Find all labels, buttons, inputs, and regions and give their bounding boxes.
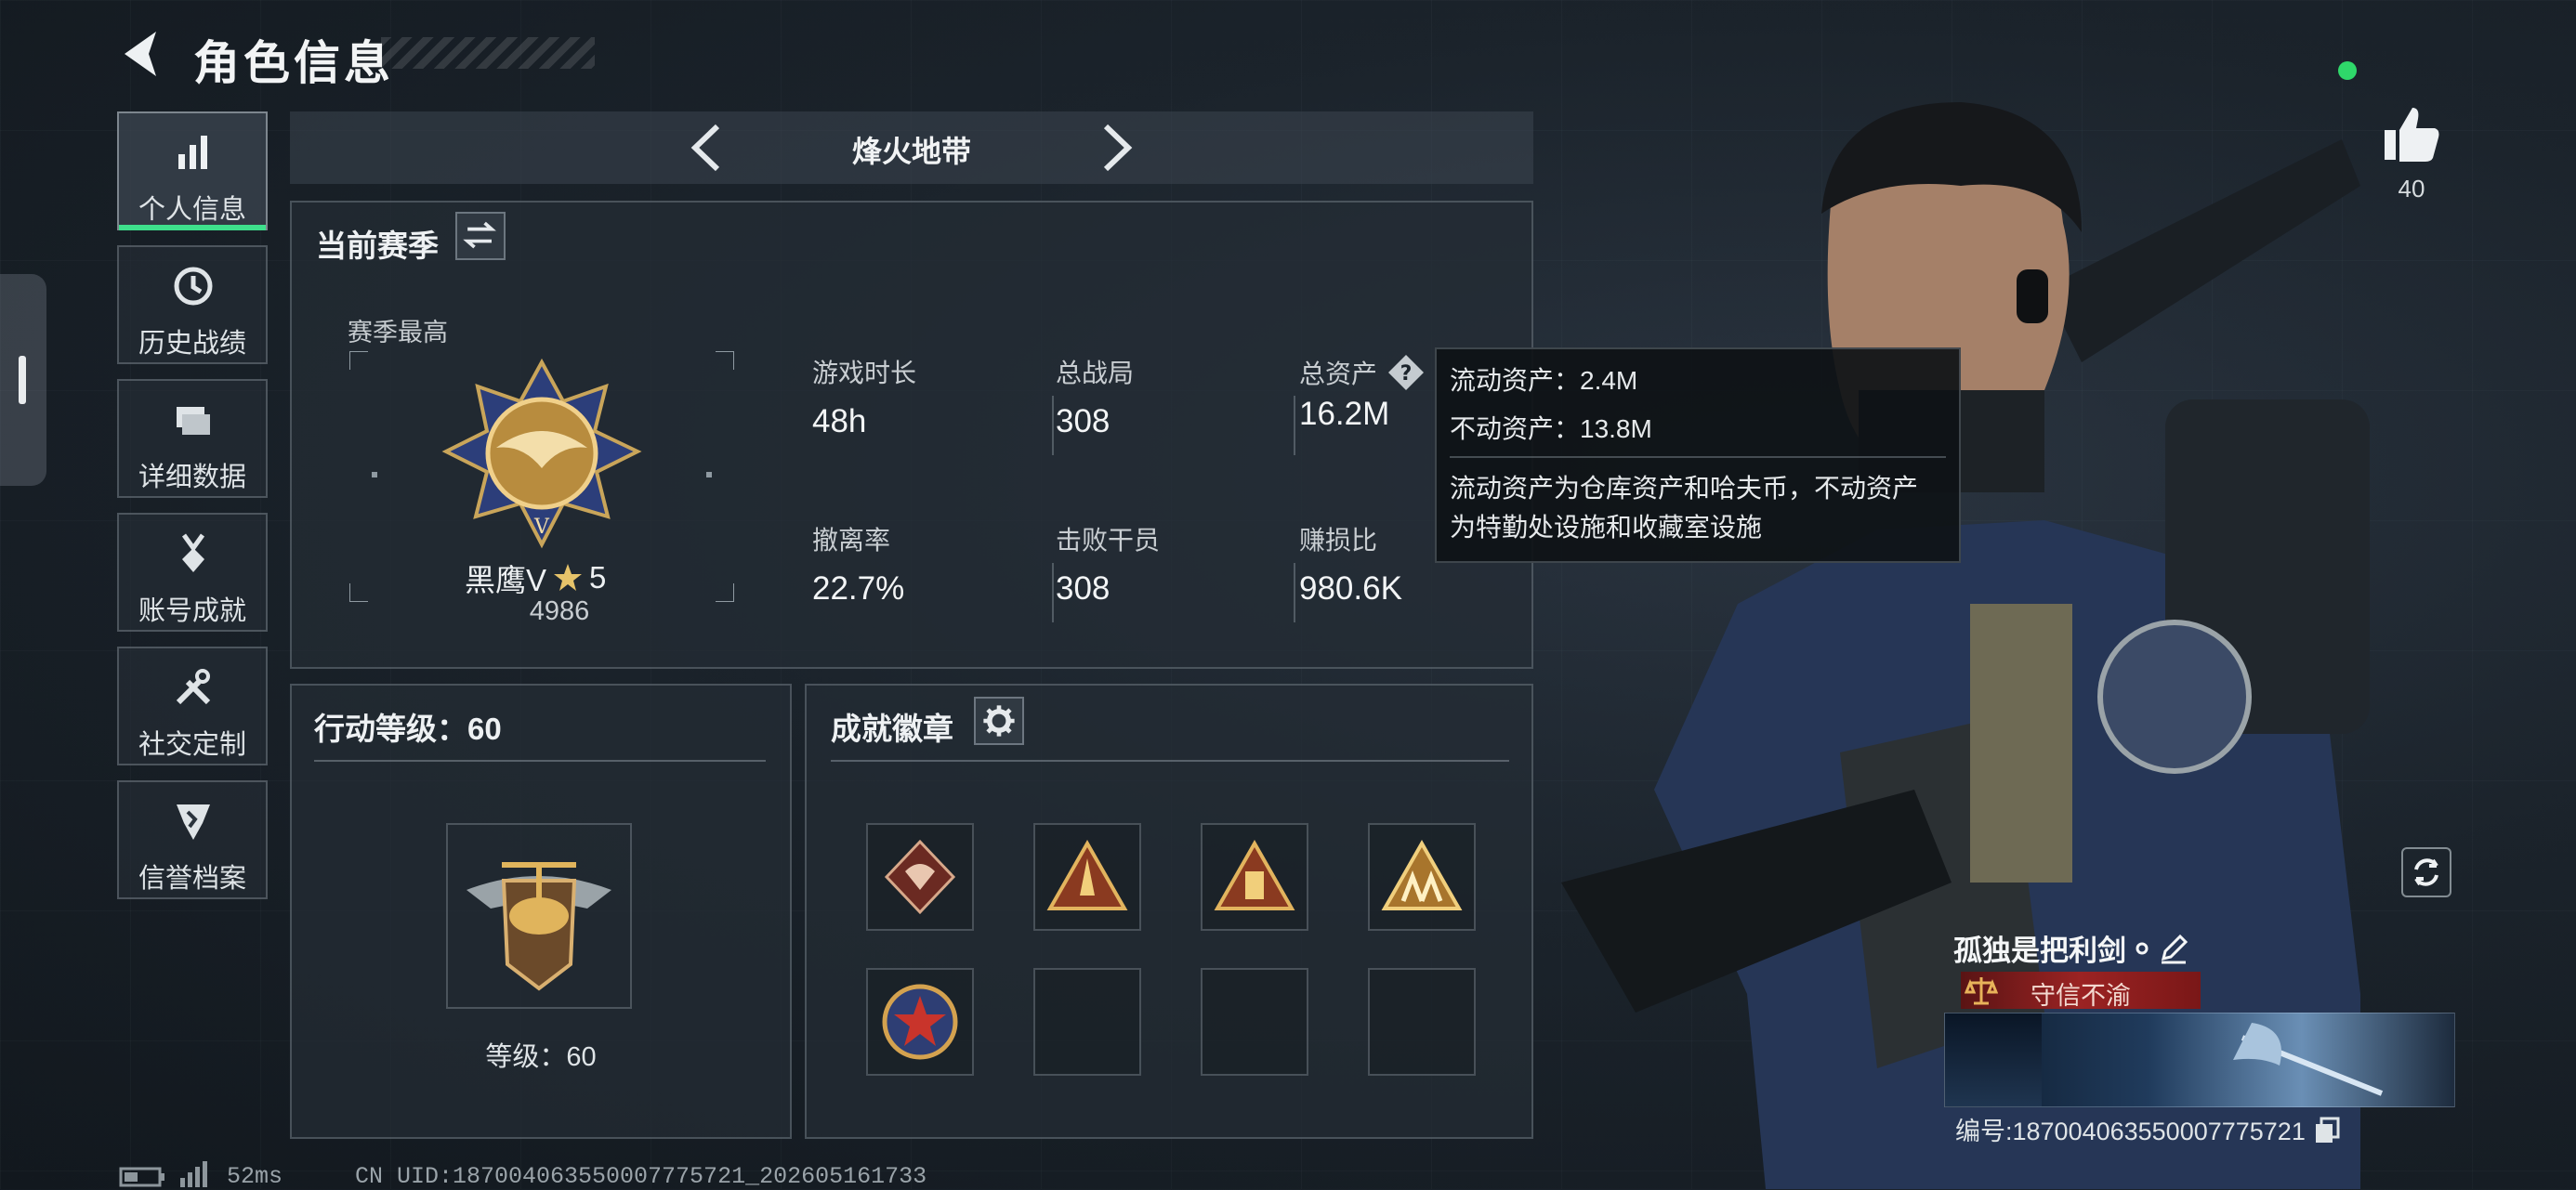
sidebar-item-label: 历史战绩: [138, 329, 246, 359]
action-level-panel: 行动等级：60 等级：60: [290, 684, 792, 1139]
mode-tab-bar: 烽火地带: [290, 111, 1533, 184]
achievement-slot-empty[interactable]: [1033, 968, 1141, 1076]
achievement-slot-empty[interactable]: [1368, 968, 1476, 1076]
copy-icon[interactable]: [2313, 1116, 2341, 1144]
folder-stack-icon: [177, 407, 210, 435]
stat-label-extract-rate: 撤离率: [812, 526, 891, 555]
season-best-label: 赛季最高: [348, 319, 448, 347]
title-decoration: [381, 37, 595, 69]
stat-value-extract-rate: 22.7%: [812, 570, 905, 607]
action-level-title: 行动等级：60: [314, 712, 502, 746]
player-name: 孤独是把利剑: [1953, 935, 2126, 967]
refresh-appearance-button[interactable]: [2401, 847, 2451, 897]
stat-value-total-assets: 16.2M: [1299, 396, 1390, 432]
sidebar-item-personal-info[interactable]: 个人信息: [117, 111, 268, 230]
sidebar-item-label: 社交定制: [138, 730, 246, 760]
help-question-icon[interactable]: ?: [1387, 353, 1426, 392]
stat-label-profit-ratio: 赚损比: [1299, 526, 1378, 555]
stat-value-play-time: 48h: [812, 403, 867, 439]
tools-icon: [176, 669, 211, 705]
asset-tooltip: 流动资产：2.4M 不动资产：13.8M 流动资产为仓库资产和哈夫币，不动资产 …: [1435, 347, 1961, 563]
level-emblem-frame: [446, 823, 632, 1009]
edit-pencil-icon[interactable]: [2158, 933, 2189, 964]
player-name-row: 孤独是把利剑: [1953, 927, 2189, 969]
star-icon: [554, 564, 583, 591]
sidebar-item-label: 信誉档案: [138, 864, 246, 894]
sidebar-item-credit[interactable]: 信誉档案: [117, 780, 268, 899]
rank-name: 黑鹰V: [465, 563, 547, 597]
honor-title-text: 守信不渝: [2031, 982, 2131, 1010]
achievement-badge-dragon[interactable]: [866, 823, 974, 931]
side-drawer-handle[interactable]: [0, 274, 46, 486]
like-count: 40: [2398, 175, 2425, 203]
tooltip-desc-line2: 为特勤处设施和收藏室设施: [1450, 513, 1763, 542]
battery-icon: [119, 1167, 164, 1187]
sidebar-item-label: 账号成就: [138, 596, 246, 626]
achievement-settings-button[interactable]: [974, 697, 1024, 745]
banner-avatar: [1945, 1013, 2042, 1106]
player-uid-row: 编号:18700406355000777572​1: [1955, 1111, 2341, 1147]
stat-label-play-time: 游戏时长: [812, 359, 917, 387]
tooltip-liquid-assets: 流动资产：2.4M: [1450, 366, 1638, 395]
rank-stars: 5: [589, 560, 607, 595]
ping-text: 52ms: [227, 1163, 283, 1190]
achievement-title: 成就徽章: [831, 712, 953, 746]
player-uid: 编号:18700406355000777572​1: [1955, 1118, 2306, 1145]
footer-uid: CN UID:18700406355000777572​1_2026051617…: [355, 1163, 927, 1190]
honor-title-badge: 守信不渝: [1961, 972, 2201, 1010]
achievement-badge-rocket[interactable]: [1033, 823, 1141, 931]
online-status-dot: [2338, 61, 2357, 80]
shield-badge-icon: [177, 804, 210, 840]
page-title: 角色信息: [193, 37, 394, 89]
signal-icon: [180, 1161, 207, 1187]
tooltip-fixed-assets: 不动资产：13.8M: [1450, 414, 1652, 443]
sidebar-item-history[interactable]: 历史战绩: [117, 245, 268, 364]
stat-value-profit-ratio: 980.6K: [1299, 570, 1402, 607]
sidebar-item-details[interactable]: 详细数据: [117, 379, 268, 498]
sidebar-item-social[interactable]: 社交定制: [117, 647, 268, 765]
stat-value-kills: 308: [1056, 570, 1111, 607]
sidebar-item-label: 个人信息: [138, 195, 246, 225]
achievement-badge-star[interactable]: [866, 968, 974, 1076]
history-clock-icon: [174, 267, 213, 306]
sidebar-item-label: 详细数据: [138, 463, 246, 492]
ring-icon: [2136, 942, 2149, 954]
season-title: 当前赛季: [316, 229, 439, 263]
season-panel: 当前赛季 赛季最高 V 黑鹰V 5 4986 游戏时长 48h 总战局 308 …: [290, 201, 1533, 669]
rank-points: 4986: [529, 596, 590, 626]
rank-name-row: 黑鹰V 5: [465, 556, 688, 600]
achievement-panel: 成就徽章: [805, 684, 1533, 1139]
stat-value-total-matches: 308: [1056, 403, 1111, 439]
stat-label-total-matches: 总战局: [1056, 359, 1135, 387]
helicopter-emblem-icon: [467, 862, 611, 991]
svg-text:?: ?: [1400, 362, 1413, 386]
chevron-right-icon[interactable]: [1093, 121, 1139, 175]
level-text: 等级：60: [485, 1042, 597, 1072]
stat-label-total-assets: 总资产: [1299, 360, 1378, 388]
player-banner-card[interactable]: [1944, 1013, 2455, 1107]
swap-arrows-icon: [463, 221, 496, 249]
axe-artwork: [2233, 1023, 2384, 1096]
medal-ribbon-icon: [181, 533, 205, 572]
sidebar-item-achievements[interactable]: 账号成就: [117, 513, 268, 632]
rank-emblem-icon: V: [441, 359, 642, 549]
mode-title: 烽火地带: [851, 135, 971, 168]
back-arrow-icon[interactable]: [119, 28, 165, 80]
stat-label-kills: 击败干员: [1056, 526, 1161, 555]
achievement-badge-tower[interactable]: [1201, 823, 1308, 931]
achievement-badge-soldiers[interactable]: [1368, 823, 1476, 931]
switch-season-button[interactable]: [455, 212, 506, 260]
refresh-icon: [2414, 858, 2438, 886]
svg-text:V: V: [533, 516, 550, 539]
tooltip-desc-line1: 流动资产为仓库资产和哈夫币，不动资产: [1450, 474, 1919, 503]
bar-chart-icon: [178, 136, 207, 169]
gear-icon: [983, 705, 1015, 737]
thumbs-up-icon[interactable]: [2379, 102, 2444, 167]
achievement-slot-empty[interactable]: [1201, 968, 1308, 1076]
